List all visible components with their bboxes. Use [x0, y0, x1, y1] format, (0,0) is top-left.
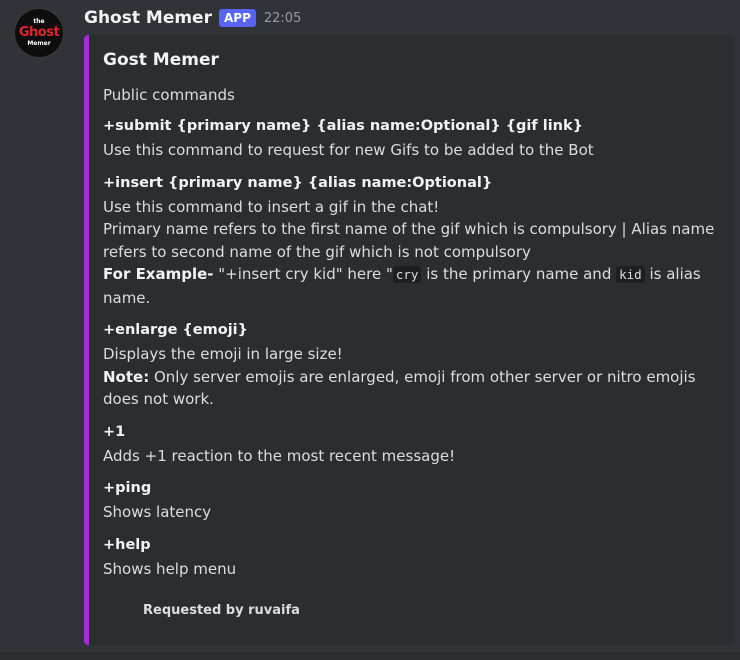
avatar-logo-line1: the [33, 18, 45, 25]
field-enlarge: +enlarge {emoji} Displays the emoji in l… [103, 320, 719, 411]
field-value: Adds +1 reaction to the most recent mess… [103, 446, 456, 465]
example-text: is the primary name and [421, 265, 617, 283]
note-text: Only server emojis are enlarged, emoji f… [103, 367, 696, 409]
note-line: Note: Only server emojis are enlarged, e… [103, 366, 719, 411]
field-value: Use this command to insert a gif in the … [103, 196, 719, 310]
embed-title: Gost Memer [103, 50, 219, 70]
timestamp: 22:05 [263, 10, 302, 26]
example-text: "+insert cry kid" here " [213, 265, 393, 283]
field-name: +ping [103, 480, 152, 496]
avatar-logo-line3: Memer [27, 40, 51, 47]
embed-footer: Requested by ruvaifa [143, 603, 300, 618]
example-label: For Example- [103, 265, 214, 283]
field-ping: +ping Shows latency [103, 478, 719, 524]
bot-avatar[interactable]: the Ghost Memer [14, 8, 64, 58]
message-header: Ghost Memer APP 22:05 [84, 6, 301, 30]
field-value: Displays the emoji in large size! Note: … [103, 343, 719, 411]
field-name: +insert {primary name} {alias name:Optio… [103, 174, 493, 191]
field-value: Shows help menu [103, 559, 237, 578]
chat-message: the Ghost Memer Ghost Memer APP 22:05 Go… [0, 0, 740, 660]
field-name: +submit {primary name} {alias name:Optio… [103, 118, 583, 134]
bottom-divider [0, 652, 740, 660]
field-value: Shows latency [103, 503, 212, 521]
field-submit: +submit {primary name} {alias name:Optio… [103, 116, 719, 162]
field-help: +help Shows help menu [103, 535, 719, 581]
inline-code: cry [392, 266, 422, 283]
embed-card: Gost Memer Public commands +submit {prim… [84, 35, 735, 645]
field-plus-one: +1 Adds +1 reaction to the most recent m… [103, 422, 719, 468]
field-line: Displays the emoji in large size! [103, 345, 343, 363]
example-line: For Example- "+insert cry kid" here " cry… [103, 263, 719, 309]
username[interactable]: Ghost Memer [84, 8, 212, 28]
embed-description: Public commands [103, 86, 235, 104]
field-line: Primary name refers to the first name of… [103, 220, 715, 261]
field-name: +1 [103, 423, 126, 440]
field-name: +enlarge {emoji} [103, 322, 248, 338]
field-value: Use this command to request for new Gifs… [103, 141, 594, 159]
avatar-logo-line2: Ghost [18, 25, 60, 40]
app-badge: APP [218, 9, 256, 27]
field-line: Use this command to insert a gif in the … [103, 197, 440, 216]
inline-code: kid [616, 266, 645, 283]
field-insert: +insert {primary name} {alias name:Optio… [103, 173, 719, 310]
note-label: Note: [103, 367, 150, 386]
field-name: +help [103, 536, 151, 553]
